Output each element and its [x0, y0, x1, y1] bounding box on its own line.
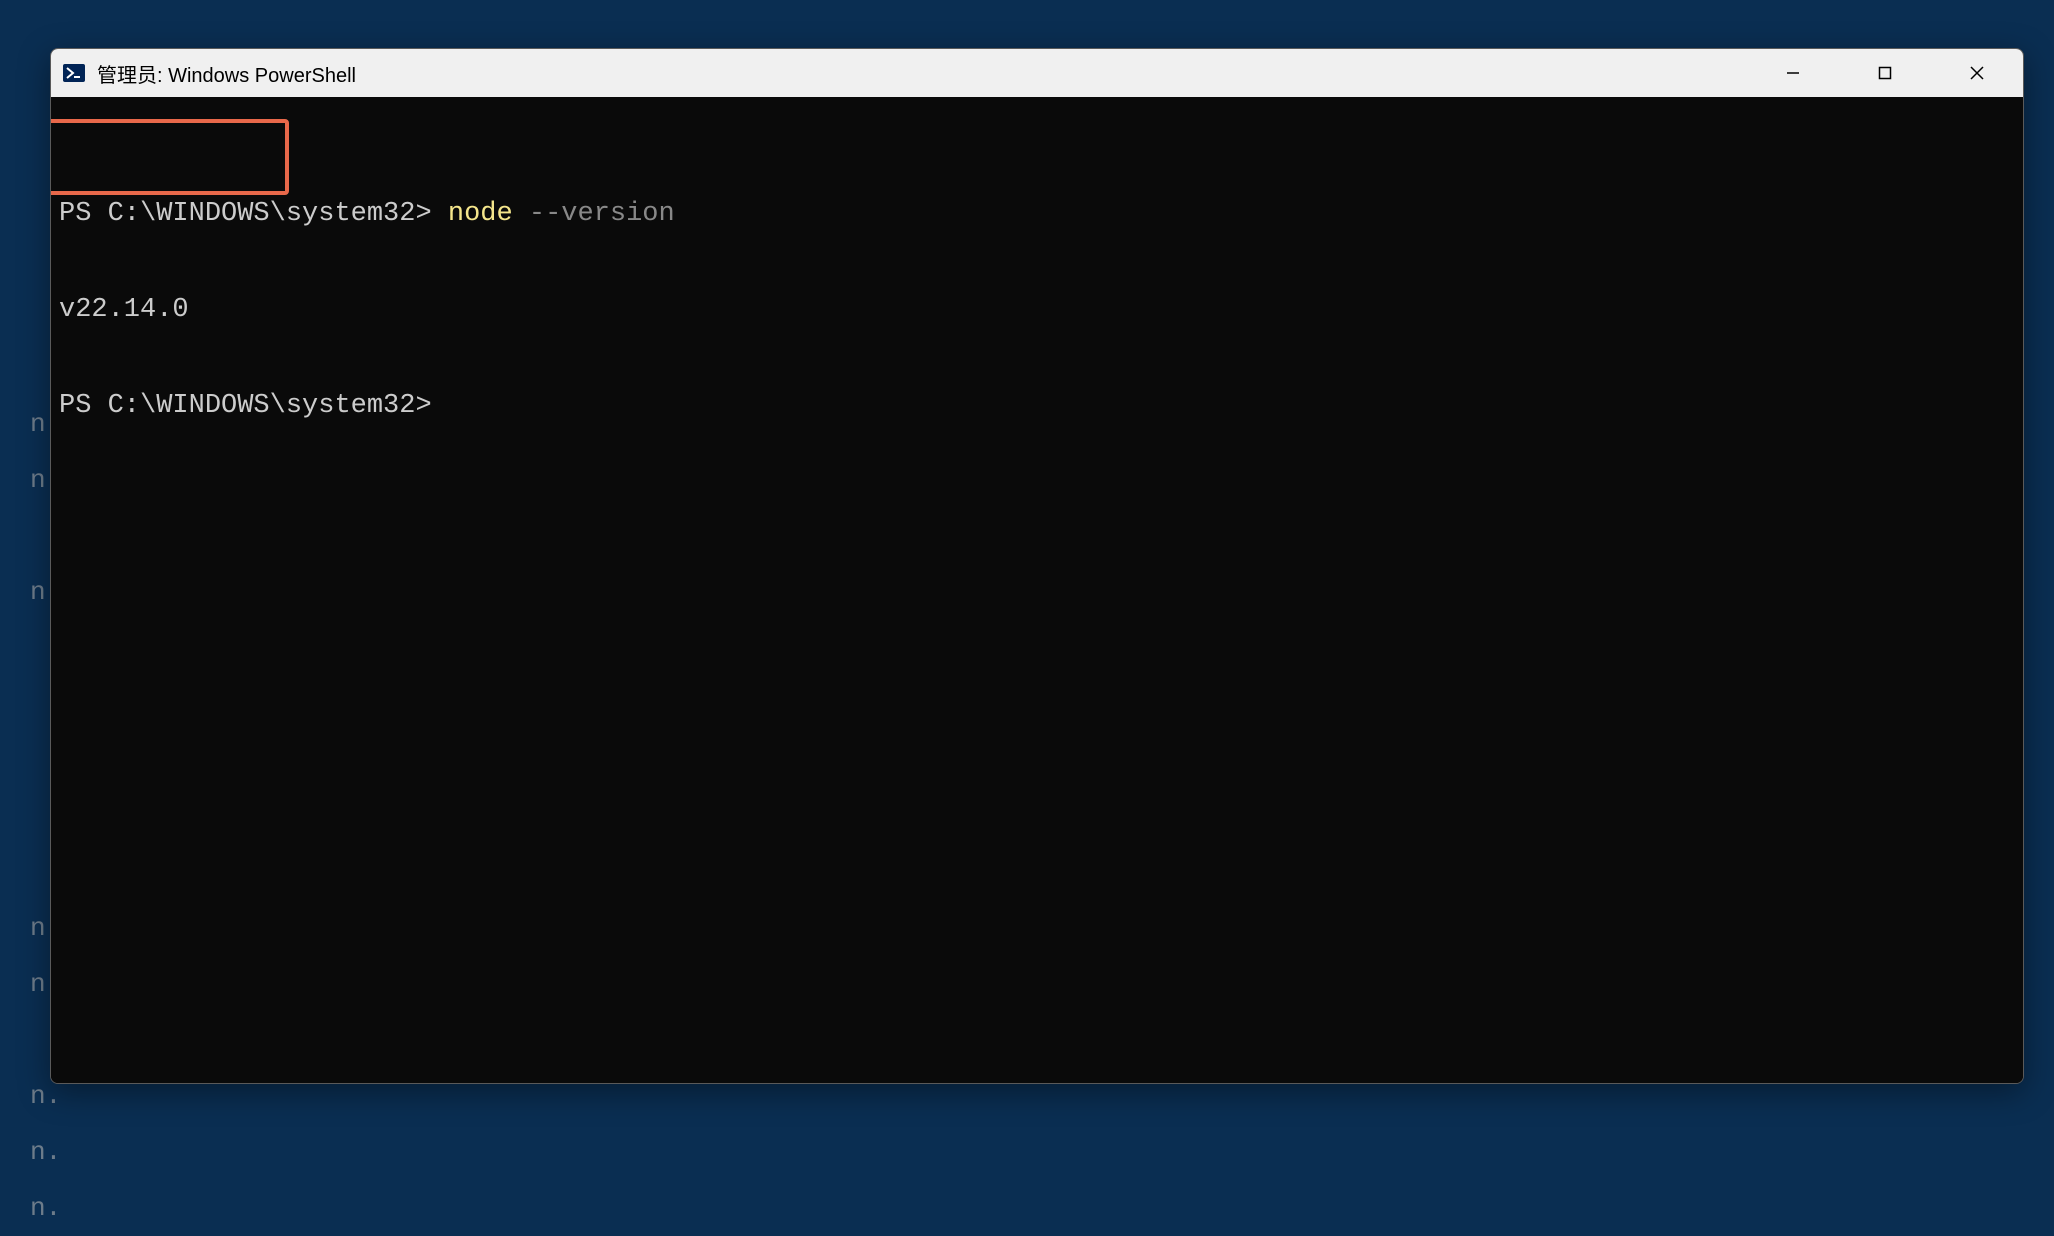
terminal-line-2: v22.14.0 — [59, 294, 2015, 326]
close-button[interactable] — [1931, 49, 2023, 97]
terminal-body[interactable]: PS C:\WINDOWS\system32> node --version v… — [51, 97, 2023, 1083]
powershell-window: 管理员: Windows PowerShell PS — [50, 48, 2024, 1084]
annotation-highlight-box — [50, 119, 289, 195]
close-icon — [1969, 65, 1985, 81]
command-1: node — [448, 199, 513, 229]
maximize-button[interactable] — [1839, 49, 1931, 97]
minimize-icon — [1786, 66, 1800, 80]
powershell-icon — [63, 62, 85, 84]
title-bar[interactable]: 管理员: Windows PowerShell — [51, 49, 2023, 97]
terminal-line-1: PS C:\WINDOWS\system32> node --version — [59, 198, 2015, 230]
output-1: v22.14.0 — [59, 295, 189, 325]
maximize-icon — [1878, 66, 1892, 80]
window-controls — [1747, 49, 2023, 97]
prompt-2: PS C:\WINDOWS\system32> — [59, 391, 432, 421]
prompt-1: PS C:\WINDOWS\system32> — [59, 199, 432, 229]
terminal-line-3: PS C:\WINDOWS\system32> — [59, 390, 2015, 422]
args-1: --version — [529, 199, 675, 229]
window-title: 管理员: Windows PowerShell — [97, 59, 1747, 88]
minimize-button[interactable] — [1747, 49, 1839, 97]
